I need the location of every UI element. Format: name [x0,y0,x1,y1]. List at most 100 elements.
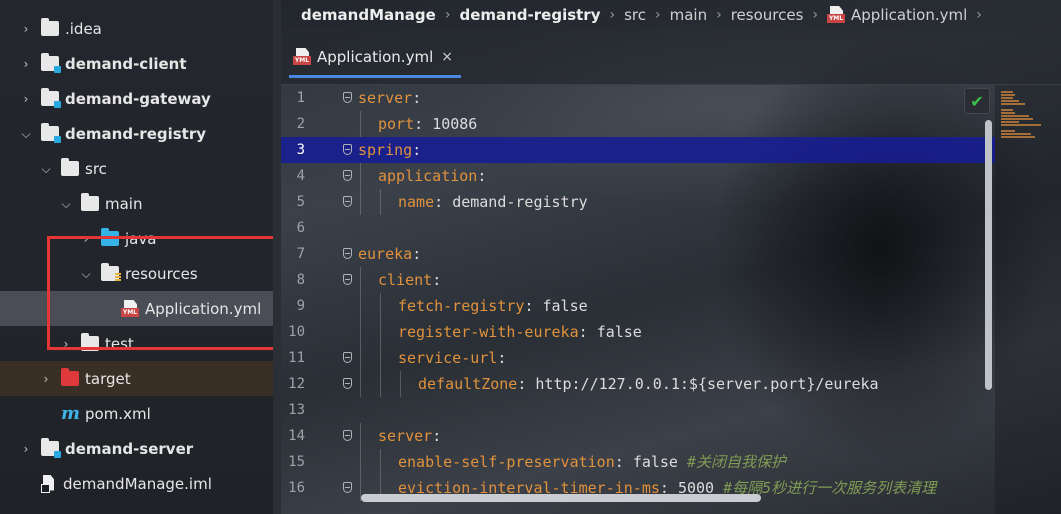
tree-item-demand-client[interactable]: › demand-client [0,46,273,81]
code-line[interactable]: 13 [281,397,995,423]
breadcrumb-item-file[interactable]: YML Application.yml [827,6,967,24]
code-text: client: [378,267,441,293]
tree-item-java[interactable]: › java [0,221,273,256]
code-line[interactable]: 9 fetch-registry: false [281,293,995,319]
chevron-right-icon[interactable]: › [19,442,33,456]
yaml-separator: : [412,245,422,263]
line-number: 11 [288,350,305,366]
tree-item-demand-server[interactable]: › demand-server [0,431,273,466]
chevron-down-icon[interactable]: ⌵ [19,127,33,141]
tab-application-yml[interactable]: YML Application.yml × [289,38,461,78]
tree-item-target[interactable]: › target [0,361,273,396]
code-line[interactable]: 15 enable-self-preservation: false #关闭自我保… [281,449,995,475]
line-number: 9 [296,298,305,314]
code-line[interactable]: 11 service-url: [281,345,995,371]
code-line[interactable]: 6 [281,215,995,241]
fold-marker-icon[interactable] [343,378,352,389]
tree-item-label: java [125,229,157,248]
code-line[interactable]: 2 port: 10086 [281,111,995,137]
chevron-down-icon[interactable]: ⌵ [59,197,73,211]
chevron-right-icon[interactable]: › [59,337,73,351]
chevron-right-icon[interactable]: › [79,232,93,246]
check-icon[interactable]: ✔ [964,88,990,114]
tree-item-resources[interactable]: ⌵ resources [0,256,273,291]
yaml-separator: : [412,89,422,107]
chevron-down-icon[interactable]: ⌵ [39,162,53,176]
fold-marker-icon[interactable] [343,352,352,363]
breadcrumb-file-label: Application.yml [851,6,968,24]
line-number: 2 [296,116,305,132]
chevron-right-icon[interactable]: › [19,22,33,36]
code-line[interactable]: 5 name: demand-registry [281,189,995,215]
fold-marker-icon[interactable] [343,144,352,155]
chevron-down-icon[interactable]: ⌵ [79,267,93,281]
minimap-line [1001,100,1019,102]
tree-item-application-yml[interactable]: YML Application.yml [0,291,273,326]
tree-item-demand-gateway[interactable]: › demand-gateway [0,81,273,116]
tree-item-test[interactable]: › test [0,326,273,361]
yaml-key: register-with-eureka [398,323,579,341]
yaml-key: defaultZone [418,375,518,393]
minimap-line [1001,136,1035,138]
breadcrumb-item-src[interactable]: src [624,6,646,24]
folder-icon [41,53,61,73]
close-icon[interactable]: × [441,49,453,65]
chevron-right-icon[interactable]: › [39,372,53,386]
minimap-line [1001,133,1031,135]
tree-item-main[interactable]: ⌵ main [0,186,273,221]
tree-item-label: demand-client [65,54,187,73]
panel-divider[interactable] [273,0,281,514]
fold-marker-icon[interactable] [343,248,352,259]
code-area[interactable]: 1 server: 2 port: 10086 3 spring: 4 application… [281,85,1061,514]
code-line[interactable]: 12 defaultZone: http://127.0.0.1:${server… [281,371,995,397]
folder-icon [41,438,61,458]
yaml-key: enable-self-preservation [398,453,615,471]
chevron-right-icon[interactable]: › [19,57,33,71]
code-line[interactable]: 1 server: [281,85,995,111]
code-line[interactable]: 14 server: [281,423,995,449]
breadcrumb-item-module[interactable]: demand-registry [459,6,600,24]
tree-item-pom-xml[interactable]: m pom.xml [0,396,273,431]
chevron-right-icon: › [609,7,616,23]
breadcrumb-item-project[interactable]: demandManage [301,6,436,24]
minimap-line [1001,94,1015,96]
tree-item-demand-registry[interactable]: ⌵ demand-registry [0,116,273,151]
line-number: 12 [288,376,305,392]
fold-marker-icon[interactable] [343,274,352,285]
tree-item-demandmanage-iml[interactable]: demandManage.iml [0,466,273,501]
horizontal-scrollbar[interactable] [361,494,761,502]
breadcrumb-item-resources[interactable]: resources [731,6,804,24]
code-line[interactable]: 7 eureka: [281,241,995,267]
yaml-separator: : [578,323,597,341]
fold-marker-icon[interactable] [343,196,352,207]
code-line[interactable]: 10 register-with-eureka: false [281,319,995,345]
fold-marker-icon[interactable] [343,92,352,103]
vertical-scrollbar[interactable] [985,120,992,390]
tree-item-label: resources [125,264,198,283]
yaml-key: server [378,427,433,445]
code-line[interactable]: 8 client: [281,267,995,293]
indent-guide [380,449,381,475]
yaml-key: spring [358,141,413,159]
tree-item--idea[interactable]: › .idea [0,11,273,46]
chevron-right-icon[interactable]: › [19,92,33,106]
minimap[interactable] [995,85,1061,514]
chevron-right-icon: › [812,7,819,23]
minimap-line [1001,130,1015,132]
fold-marker-icon[interactable] [343,482,352,493]
fold-marker-icon[interactable] [343,430,352,441]
code-line[interactable]: 3 spring: [281,137,995,163]
code-line[interactable]: 4 application: [281,163,995,189]
folder-icon [81,333,99,351]
editor-tab-bar: YML Application.yml × [281,30,1061,85]
chevron-right-icon: › [976,7,982,23]
fold-marker-icon[interactable] [343,170,352,181]
yaml-separator: : [477,167,487,185]
folder-icon [41,18,59,36]
code-text: application: [378,163,486,189]
code-text: spring: [358,137,421,163]
tree-item-src[interactable]: ⌵ src [0,151,273,186]
breadcrumb-item-main[interactable]: main [670,6,707,24]
minimap-line [1001,112,1015,114]
yaml-separator: : [614,453,633,471]
